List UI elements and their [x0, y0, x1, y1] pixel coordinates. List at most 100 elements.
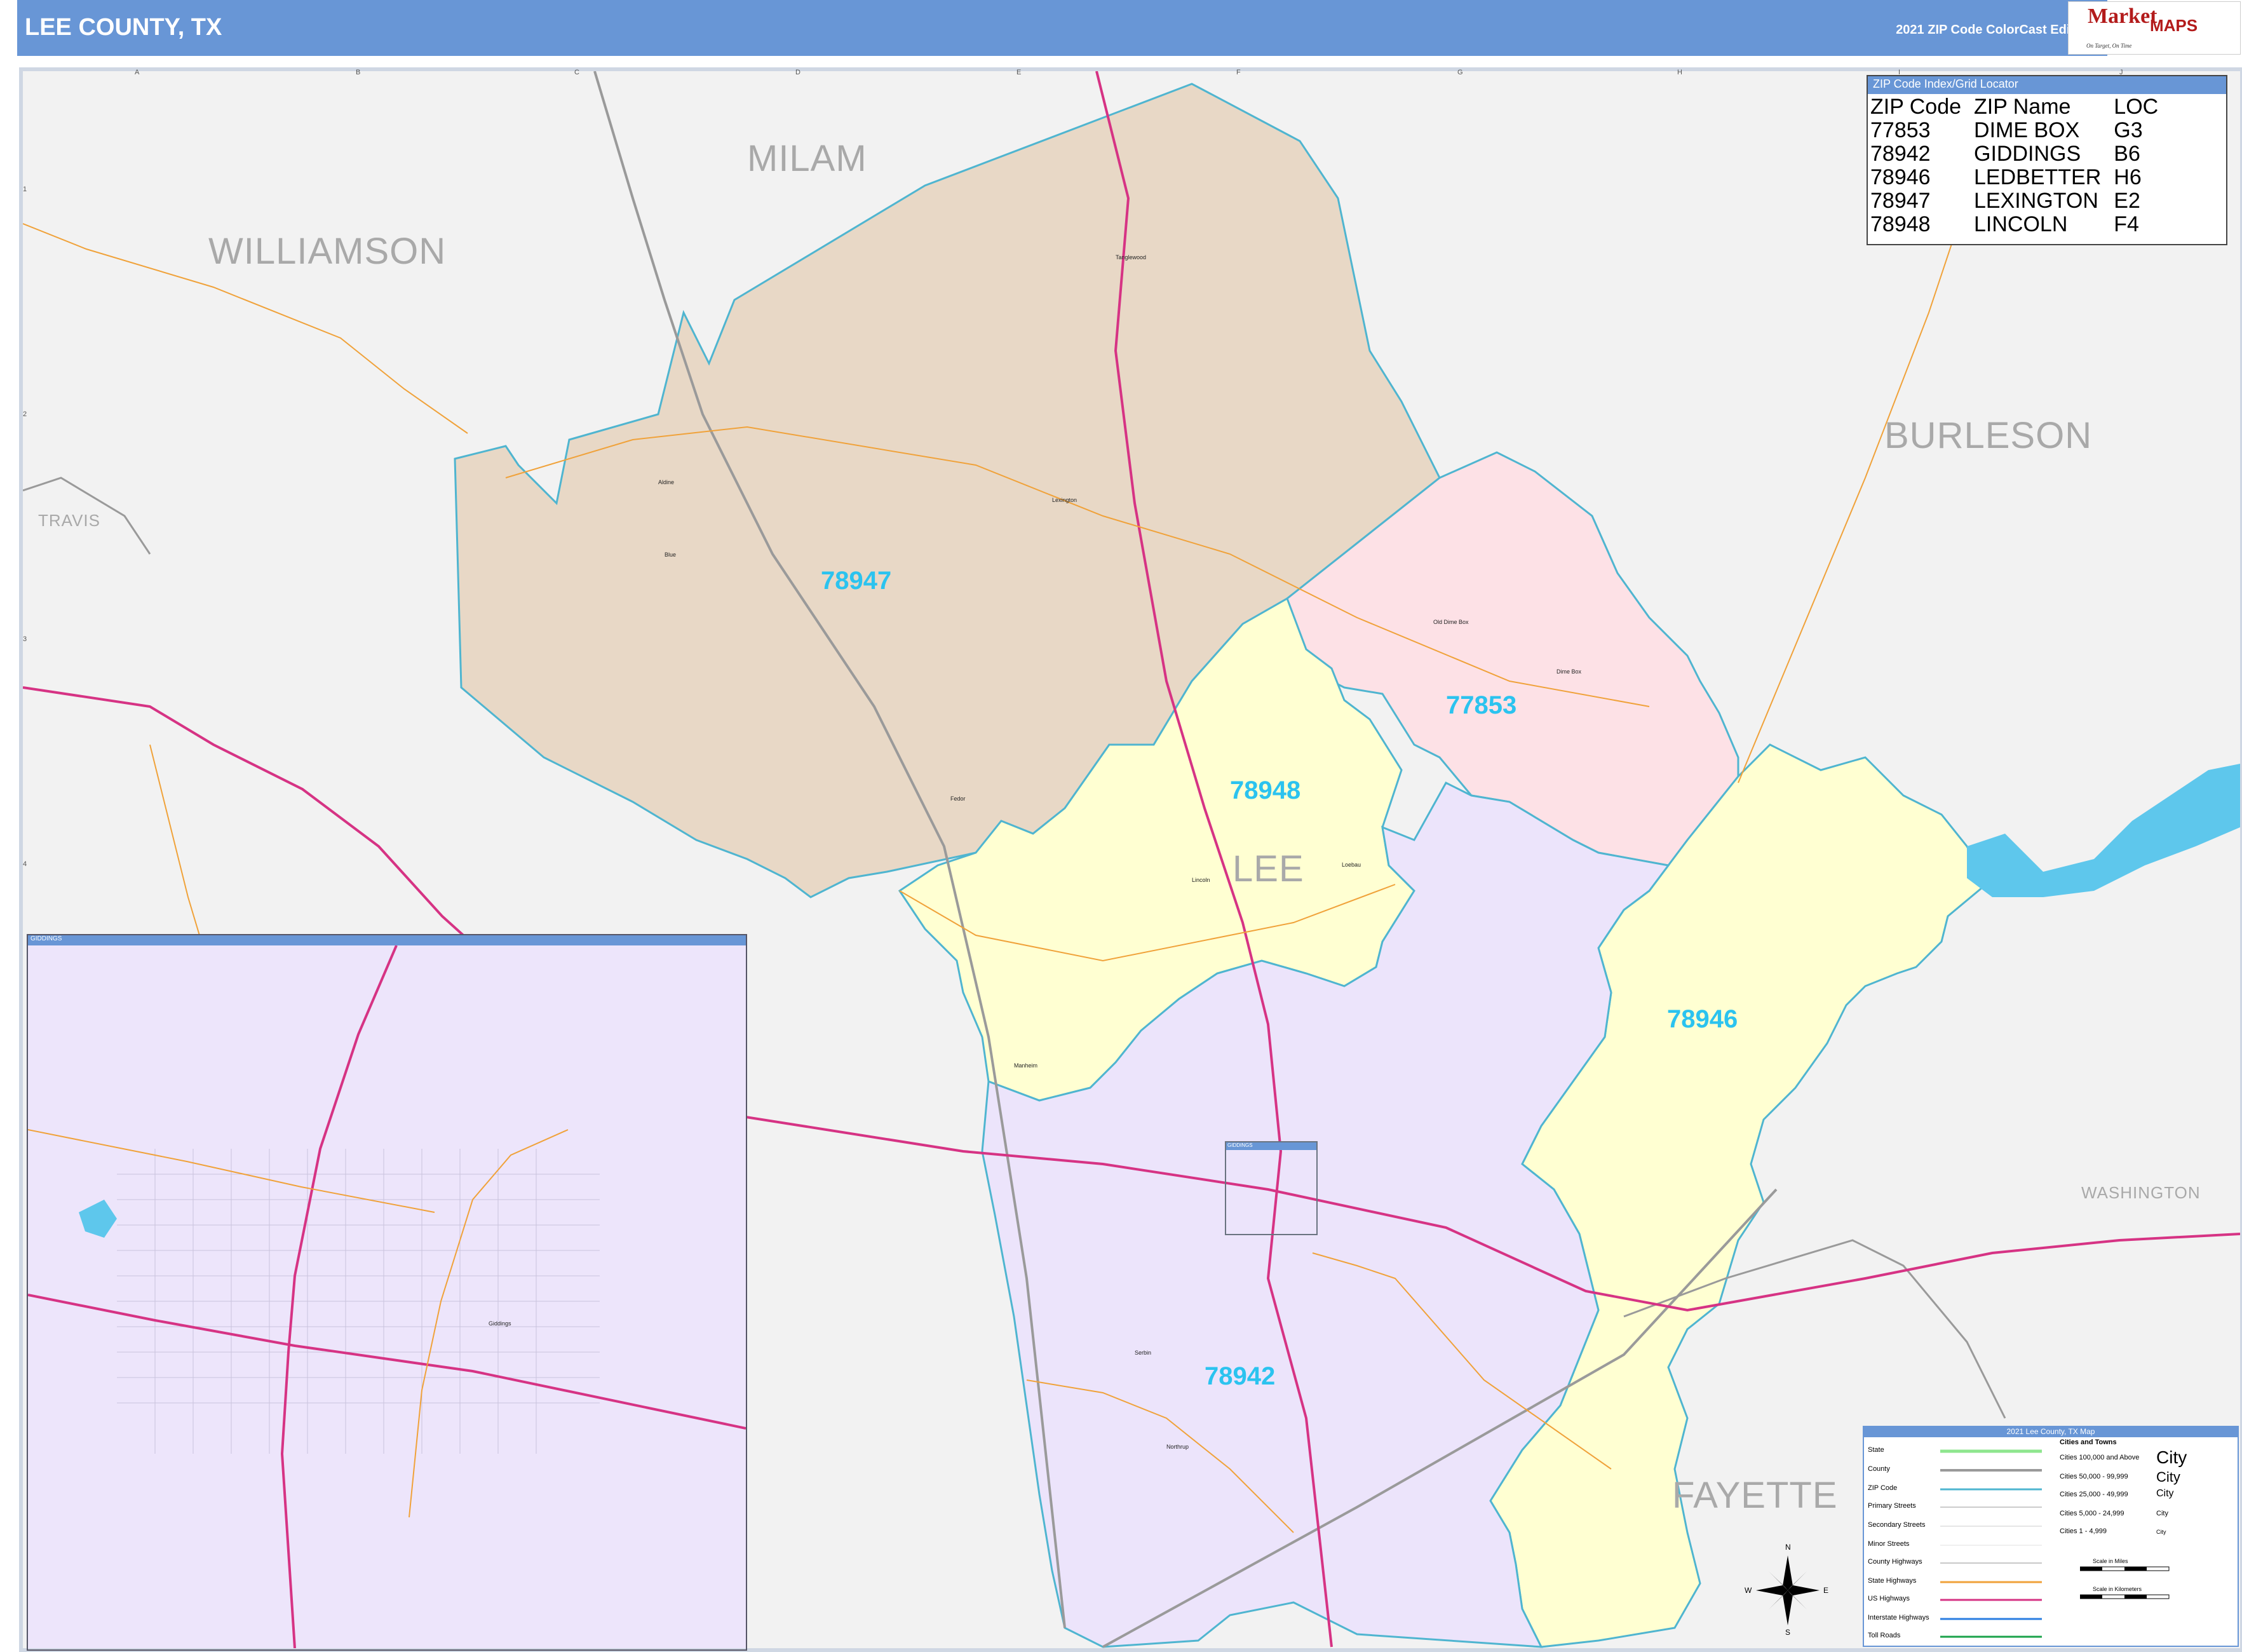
legend-city-range: Cities 5,000 - 24,999 — [2060, 1510, 2124, 1517]
legend-item-county: County — [1868, 1465, 1890, 1473]
market-maps-logo: Market MAPS On Target, On Time — [2068, 1, 2241, 55]
compass-n: N — [1785, 1543, 1791, 1552]
zip-index-col-loc: LOC — [2114, 95, 2159, 119]
legend-city-sample: City — [2156, 1447, 2187, 1467]
grid-col-label: I — [1898, 69, 1901, 76]
grid-col-label: A — [135, 69, 140, 76]
compass-rose: N S E W — [1743, 1543, 1832, 1638]
legend-scale-miles: Scale in Miles — [2093, 1558, 2128, 1564]
compass-w: W — [1745, 1586, 1752, 1595]
grid-col-label: B — [356, 69, 361, 76]
map-legend: 2021 Lee County, TX Map State County ZIP… — [1863, 1426, 2239, 1647]
inset-title: GIDDINGS — [28, 935, 746, 945]
county-label-travis: TRAVIS — [38, 511, 100, 530]
zip-index-row: 78942 GIDDINGS B6 — [1870, 142, 2171, 166]
giddings-inset-map[interactable]: GIDDINGS Giddings — [27, 934, 747, 1651]
town-aldine: Aldine — [658, 479, 675, 485]
town-tanglewood: Tanglewood — [1116, 254, 1147, 261]
legend-cities-title: Cities and Towns — [2060, 1439, 2117, 1446]
zip-index-cell: G3 — [2114, 118, 2143, 142]
zip-index-cell: 78946 — [1870, 165, 1931, 189]
town-serbin: Serbin — [1135, 1350, 1152, 1356]
legend-city-sample: City — [2156, 1529, 2166, 1535]
legend-item-minor: Minor Streets — [1868, 1540, 1910, 1548]
legend-scale-km: Scale in Kilometers — [2093, 1586, 2142, 1592]
legend-city-range: Cities 50,000 - 99,999 — [2060, 1473, 2128, 1480]
legend-item-interstate: Interstate Highways — [1868, 1614, 1929, 1622]
town-dime-box: Dime Box — [1557, 668, 1582, 675]
county-label-williamson: WILLIAMSON — [208, 231, 447, 272]
logo-tagline: On Target, On Time — [2086, 43, 2132, 49]
zip-index-row: 78946 LEDBETTER H6 — [1870, 166, 2171, 189]
zip-index-cell: LEDBETTER — [1974, 165, 2102, 189]
town-northrup: Northrup — [1166, 1444, 1189, 1450]
legend-city-range: Cities 25,000 - 49,999 — [2060, 1491, 2128, 1498]
zip-index-cell: 78947 — [1870, 189, 1931, 213]
inset-town-giddings: Giddings — [489, 1320, 511, 1327]
legend-title: 2021 Lee County, TX Map — [1864, 1427, 2238, 1437]
legend-item-toll: Toll Roads — [1868, 1632, 1901, 1639]
grid-col-label: H — [1677, 69, 1682, 76]
zip-code-index: ZIP Code Index/Grid Locator ZIP Code ZIP… — [1867, 75, 2227, 245]
county-label-lee: LEE — [1232, 848, 1304, 890]
logo-brand-bottom: MAPS — [2150, 16, 2198, 35]
inset-drawing — [27, 945, 746, 1649]
legend-item-us-hwy: US Highways — [1868, 1595, 1910, 1602]
legend-city-sample: City — [2156, 1469, 2180, 1485]
zip-index-cell: F4 — [2114, 212, 2139, 236]
zip-index-cell: 78948 — [1870, 212, 1931, 236]
grid-col-label: F — [1236, 69, 1241, 76]
zip-label-78948: 78948 — [1230, 776, 1301, 804]
zip-label-78946: 78946 — [1667, 1005, 1738, 1033]
grid-row-label: 2 — [23, 410, 27, 418]
edition-label: 2021 ZIP Code ColorCast Edition — [1896, 23, 2093, 37]
grid-col-label: J — [2119, 69, 2123, 76]
zip-index-cell: LINCOLN — [1974, 212, 2068, 236]
legend-item-zip: ZIP Code — [1868, 1484, 1898, 1492]
town-fedor: Fedor — [950, 796, 966, 802]
scale-bar-miles — [2080, 1566, 2170, 1571]
giddings-locator-title: GIDDINGS — [1226, 1142, 1316, 1150]
legend-item-secondary: Secondary Streets — [1868, 1521, 1926, 1529]
compass-e: E — [1823, 1586, 1829, 1595]
zip-index-table: ZIP Code ZIP Name LOC 77853 DIME BOX G3 … — [1870, 95, 2171, 236]
zip-index-cell: DIME BOX — [1974, 118, 2080, 142]
legend-swatches — [1940, 1449, 2042, 1638]
town-lexington: Lexington — [1052, 497, 1077, 503]
town-lincoln: Lincoln — [1192, 877, 1210, 883]
zip-index-row: 77853 DIME BOX G3 — [1870, 119, 2171, 142]
zip-index-cell: H6 — [2114, 165, 2142, 189]
grid-row-label: 3 — [23, 635, 27, 643]
zip-index-col-zip: ZIP Code — [1870, 95, 1962, 119]
grid-col-label: C — [574, 69, 579, 76]
legend-item-state: State — [1868, 1446, 1884, 1454]
grid-col-label: D — [795, 69, 800, 76]
zip-label-77853: 77853 — [1446, 691, 1517, 719]
legend-item-state-hwy: State Highways — [1868, 1577, 1917, 1585]
compass-s: S — [1785, 1628, 1791, 1637]
grid-row-label: 1 — [23, 186, 27, 193]
zip-index-header-row: ZIP Code ZIP Name LOC — [1870, 95, 2171, 119]
town-manheim: Manheim — [1014, 1062, 1038, 1069]
zip-label-78942: 78942 — [1205, 1362, 1276, 1390]
zip-index-cell: LEXINGTON — [1974, 189, 2098, 213]
county-label-fayette: FAYETTE — [1672, 1475, 1838, 1516]
county-label-washington: WASHINGTON — [2081, 1183, 2201, 1202]
legend-item-primary: Primary Streets — [1868, 1502, 1916, 1510]
zip-index-cell: B6 — [2114, 142, 2140, 166]
legend-item-county-hwy: County Highways — [1868, 1558, 1922, 1566]
zip-index-cell: 77853 — [1870, 118, 1931, 142]
zip-index-title: ZIP Code Index/Grid Locator — [1868, 76, 2226, 94]
zip-label-78947: 78947 — [821, 567, 892, 595]
zip-index-cell: 78942 — [1870, 142, 1931, 166]
map-title: LEE COUNTY, TX — [25, 14, 222, 41]
grid-row-label: 4 — [23, 860, 27, 868]
zip-index-cell: E2 — [2114, 189, 2140, 213]
zip-index-row: 78948 LINCOLN F4 — [1870, 213, 2171, 236]
header-bar: LEE COUNTY, TX 2021 ZIP Code ColorCast E… — [17, 0, 2107, 56]
zip-index-row: 78947 LEXINGTON E2 — [1870, 189, 2171, 213]
town-blue: Blue — [665, 552, 677, 558]
grid-col-label: E — [1016, 69, 1022, 76]
legend-city-sample: City — [2156, 1510, 2168, 1517]
giddings-locator-box[interactable]: GIDDINGS — [1225, 1141, 1318, 1235]
